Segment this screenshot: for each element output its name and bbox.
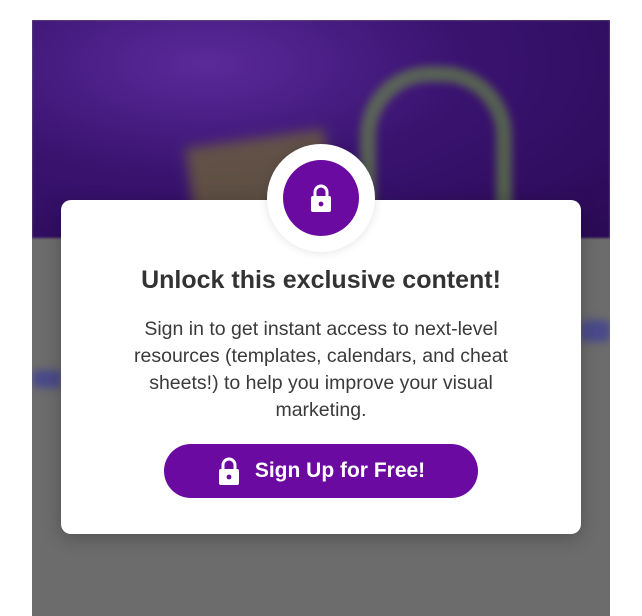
lock-badge — [267, 144, 375, 252]
blurred-lock-graphic — [360, 66, 512, 212]
unlock-content-modal: Unlock this exclusive content! Sign in t… — [61, 144, 581, 534]
lock-icon — [218, 457, 239, 485]
modal-title: Unlock this exclusive content! — [141, 266, 501, 294]
lock-badge-circle — [283, 160, 359, 236]
modal-description: Sign in to get instant access to next-le… — [134, 318, 508, 421]
lock-icon — [311, 184, 331, 212]
sign-up-button-label: Sign Up for Free! — [254, 459, 426, 482]
blurred-link-bar — [580, 320, 610, 342]
sign-up-button[interactable]: Sign Up for Free! — [164, 444, 478, 498]
blurred-link-bar — [32, 370, 62, 388]
